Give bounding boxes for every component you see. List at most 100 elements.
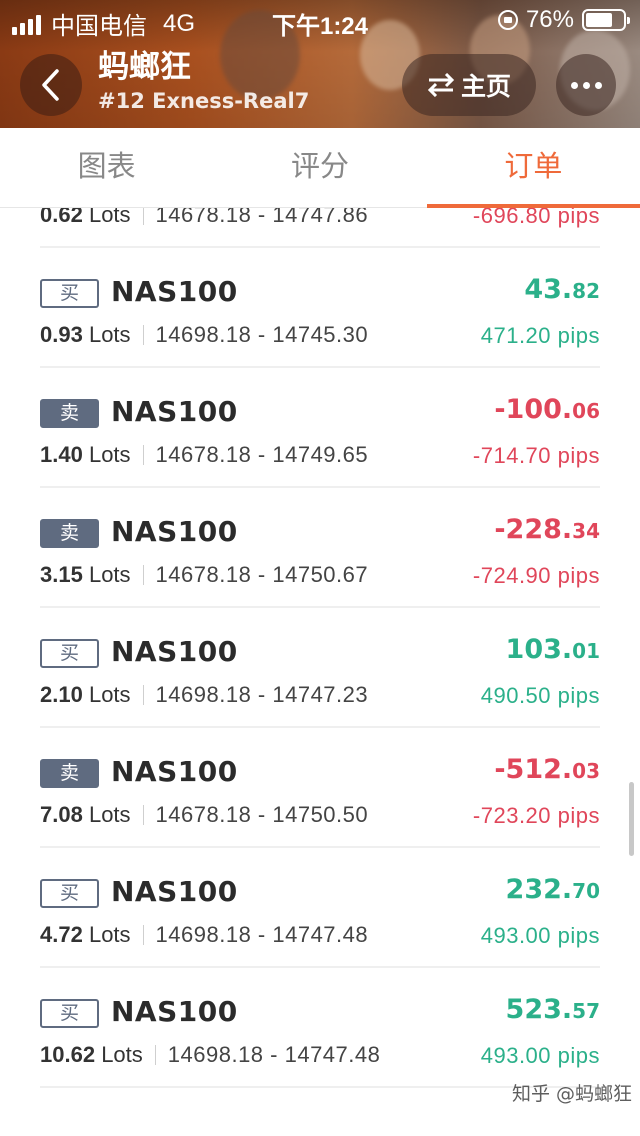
divider <box>142 925 144 945</box>
order-lots-unit: Lots <box>88 442 131 467</box>
order-row[interactable]: 买 NAS100 10.62 Lots 14698.18 - 14747.48 523.… <box>40 968 600 1088</box>
order-lots-line: 0.93 Lots 14698.18 - 14745.30 <box>40 322 368 348</box>
watermark: 知乎 @蚂螂狂 <box>511 1083 632 1105</box>
order-row[interactable]: 买 NAS100 4.72 Lots 14698.18 - 14747.48 232.7… <box>40 848 600 968</box>
order-side-badge: 卖 <box>40 399 99 428</box>
order-profit-integer: -228. <box>494 514 573 545</box>
order-lots-value: 3.15 <box>40 562 83 587</box>
tab-bar: 图表 评分 订单 <box>0 128 640 208</box>
order-symbol: NAS100 <box>111 395 238 428</box>
order-row[interactable]: 买 NAS100 2.10 Lots 14698.18 - 14747.23 103.0… <box>40 608 600 728</box>
tab-chart[interactable]: 图表 <box>0 128 213 207</box>
order-pips: 493.00 pips <box>480 923 600 948</box>
order-price-range: 14678.18 - 14750.67 <box>155 562 369 587</box>
order-price-range: 14698.18 - 14745.30 <box>155 322 369 347</box>
order-lots-unit: Lots <box>88 682 131 707</box>
order-profit: -228.34 <box>494 514 600 545</box>
order-side-badge: 买 <box>40 639 99 668</box>
order-price-range: 14678.18 - 14747.86 <box>155 208 369 227</box>
order-row[interactable]: 卖 NAS100 3.15 Lots 14678.18 - 14750.67 -228.… <box>40 488 600 608</box>
order-profit-integer: 43. <box>524 274 573 305</box>
order-lots-line: 1.40 Lots 14678.18 - 14749.65 <box>40 442 368 468</box>
order-symbol: NAS100 <box>111 755 238 788</box>
order-side-badge: 买 <box>40 279 99 308</box>
rotation-lock-icon <box>497 10 518 30</box>
home-button-label: 主页 <box>460 72 511 101</box>
order-profit-integer: 232. <box>505 874 573 905</box>
divider <box>142 445 144 465</box>
order-lots-value: 4.72 <box>40 922 83 947</box>
home-button[interactable]: 主页 <box>402 54 536 116</box>
order-symbol: NAS100 <box>111 995 238 1028</box>
order-lots-line: 7.08 Lots 14678.18 - 14750.50 <box>40 802 368 828</box>
order-lots-unit: Lots <box>101 1042 143 1067</box>
divider <box>142 805 144 825</box>
account-subtitle: #12 Exness-Real7 <box>98 89 310 113</box>
divider <box>142 565 144 585</box>
order-profit-decimal: 57 <box>572 999 600 1023</box>
order-lots-line: 0.62 Lots 14678.18 - 14747.86 <box>40 208 368 228</box>
order-lots-line: 3.15 Lots 14678.18 - 14750.67 <box>40 562 368 588</box>
order-lots-unit: Lots <box>88 922 131 947</box>
orders-list[interactable]: 卖NAS1000.62 Lots14678.18 - 14747.86-43.2… <box>0 208 640 1136</box>
order-row[interactable]: 卖 NAS100 1.40 Lots 14678.18 - 14749.65 -100.… <box>40 368 600 488</box>
order-price-range: 14678.18 - 14750.50 <box>155 802 369 827</box>
order-row[interactable]: 卖 NAS100 7.08 Lots 14678.18 - 14750.50 -512.… <box>40 728 600 848</box>
order-profit: 43.82 <box>524 274 600 305</box>
order-side-badge: 买 <box>40 999 99 1028</box>
order-symbol: NAS100 <box>111 515 238 548</box>
order-pips: 471.20 pips <box>480 323 600 348</box>
tab-rating[interactable]: 评分 <box>213 128 426 207</box>
battery-percent: 76% <box>525 6 574 33</box>
order-lots-value: 1.40 <box>40 442 83 467</box>
battery-icon <box>582 9 630 31</box>
order-lots-value: 7.08 <box>40 802 83 827</box>
page-title: 蚂螂狂 <box>98 49 191 85</box>
order-lots-line: 10.62 Lots 14698.18 - 14747.48 <box>40 1042 380 1068</box>
order-lots-line: 2.10 Lots 14698.18 - 14747.23 <box>40 682 368 708</box>
divider <box>142 685 144 705</box>
order-lots-value: 0.93 <box>40 322 83 347</box>
order-price-range: 14698.18 - 14747.23 <box>155 682 369 707</box>
order-profit: 232.70 <box>506 874 600 905</box>
order-profit-integer: -100. <box>494 394 573 425</box>
order-lots-unit: Lots <box>88 562 131 587</box>
order-profit: 103.01 <box>506 634 600 665</box>
order-pips: 493.00 pips <box>480 1043 600 1068</box>
tab-orders[interactable]: 订单 <box>426 128 640 208</box>
order-row[interactable]: 买 NAS100 0.93 Lots 14698.18 - 14745.30 43.82… <box>40 248 600 368</box>
order-side-badge: 卖 <box>40 759 99 788</box>
more-button[interactable] <box>556 54 616 116</box>
order-lots-value: 10.62 <box>40 1042 96 1067</box>
page-title-block: 蚂螂狂 #12 Exness-Real7 <box>98 48 309 116</box>
order-profit-integer: -512. <box>494 754 573 785</box>
divider <box>142 325 144 345</box>
scrollbar[interactable] <box>629 782 634 856</box>
order-row[interactable]: 卖NAS1000.62 Lots14678.18 - 14747.86-43.2… <box>40 208 600 248</box>
order-lots-unit: Lots <box>88 322 131 347</box>
order-profit-decimal: 01 <box>572 639 600 663</box>
order-side-badge: 卖 <box>40 519 99 548</box>
order-profit-decimal: 06 <box>572 399 600 423</box>
order-side-badge: 买 <box>40 879 99 908</box>
status-bar: 中国电信 4G 下午1:24 76% <box>0 0 640 40</box>
order-symbol: NAS100 <box>111 275 238 308</box>
order-profit-integer: 523. <box>505 994 573 1025</box>
order-lots-unit: Lots <box>88 802 131 827</box>
order-profit-decimal: 34 <box>572 519 600 543</box>
order-pips: 490.50 pips <box>480 683 600 708</box>
divider <box>154 1045 156 1065</box>
order-lots-line: 4.72 Lots 14698.18 - 14747.48 <box>40 922 368 948</box>
order-pips: -696.80 pips <box>472 208 600 228</box>
back-button[interactable] <box>20 54 82 116</box>
swap-arrows-icon <box>427 73 455 97</box>
order-pips: -723.20 pips <box>472 803 600 828</box>
order-price-range: 14698.18 - 14747.48 <box>155 922 369 947</box>
order-profit: -100.06 <box>494 394 600 425</box>
order-lots-value: 0.62 <box>40 208 83 227</box>
order-pips: -724.90 pips <box>472 563 600 588</box>
divider <box>142 208 144 225</box>
order-profit: 523.57 <box>506 994 600 1025</box>
order-profit: -512.03 <box>494 754 600 785</box>
order-price-range: 14698.18 - 14747.48 <box>167 1042 381 1067</box>
